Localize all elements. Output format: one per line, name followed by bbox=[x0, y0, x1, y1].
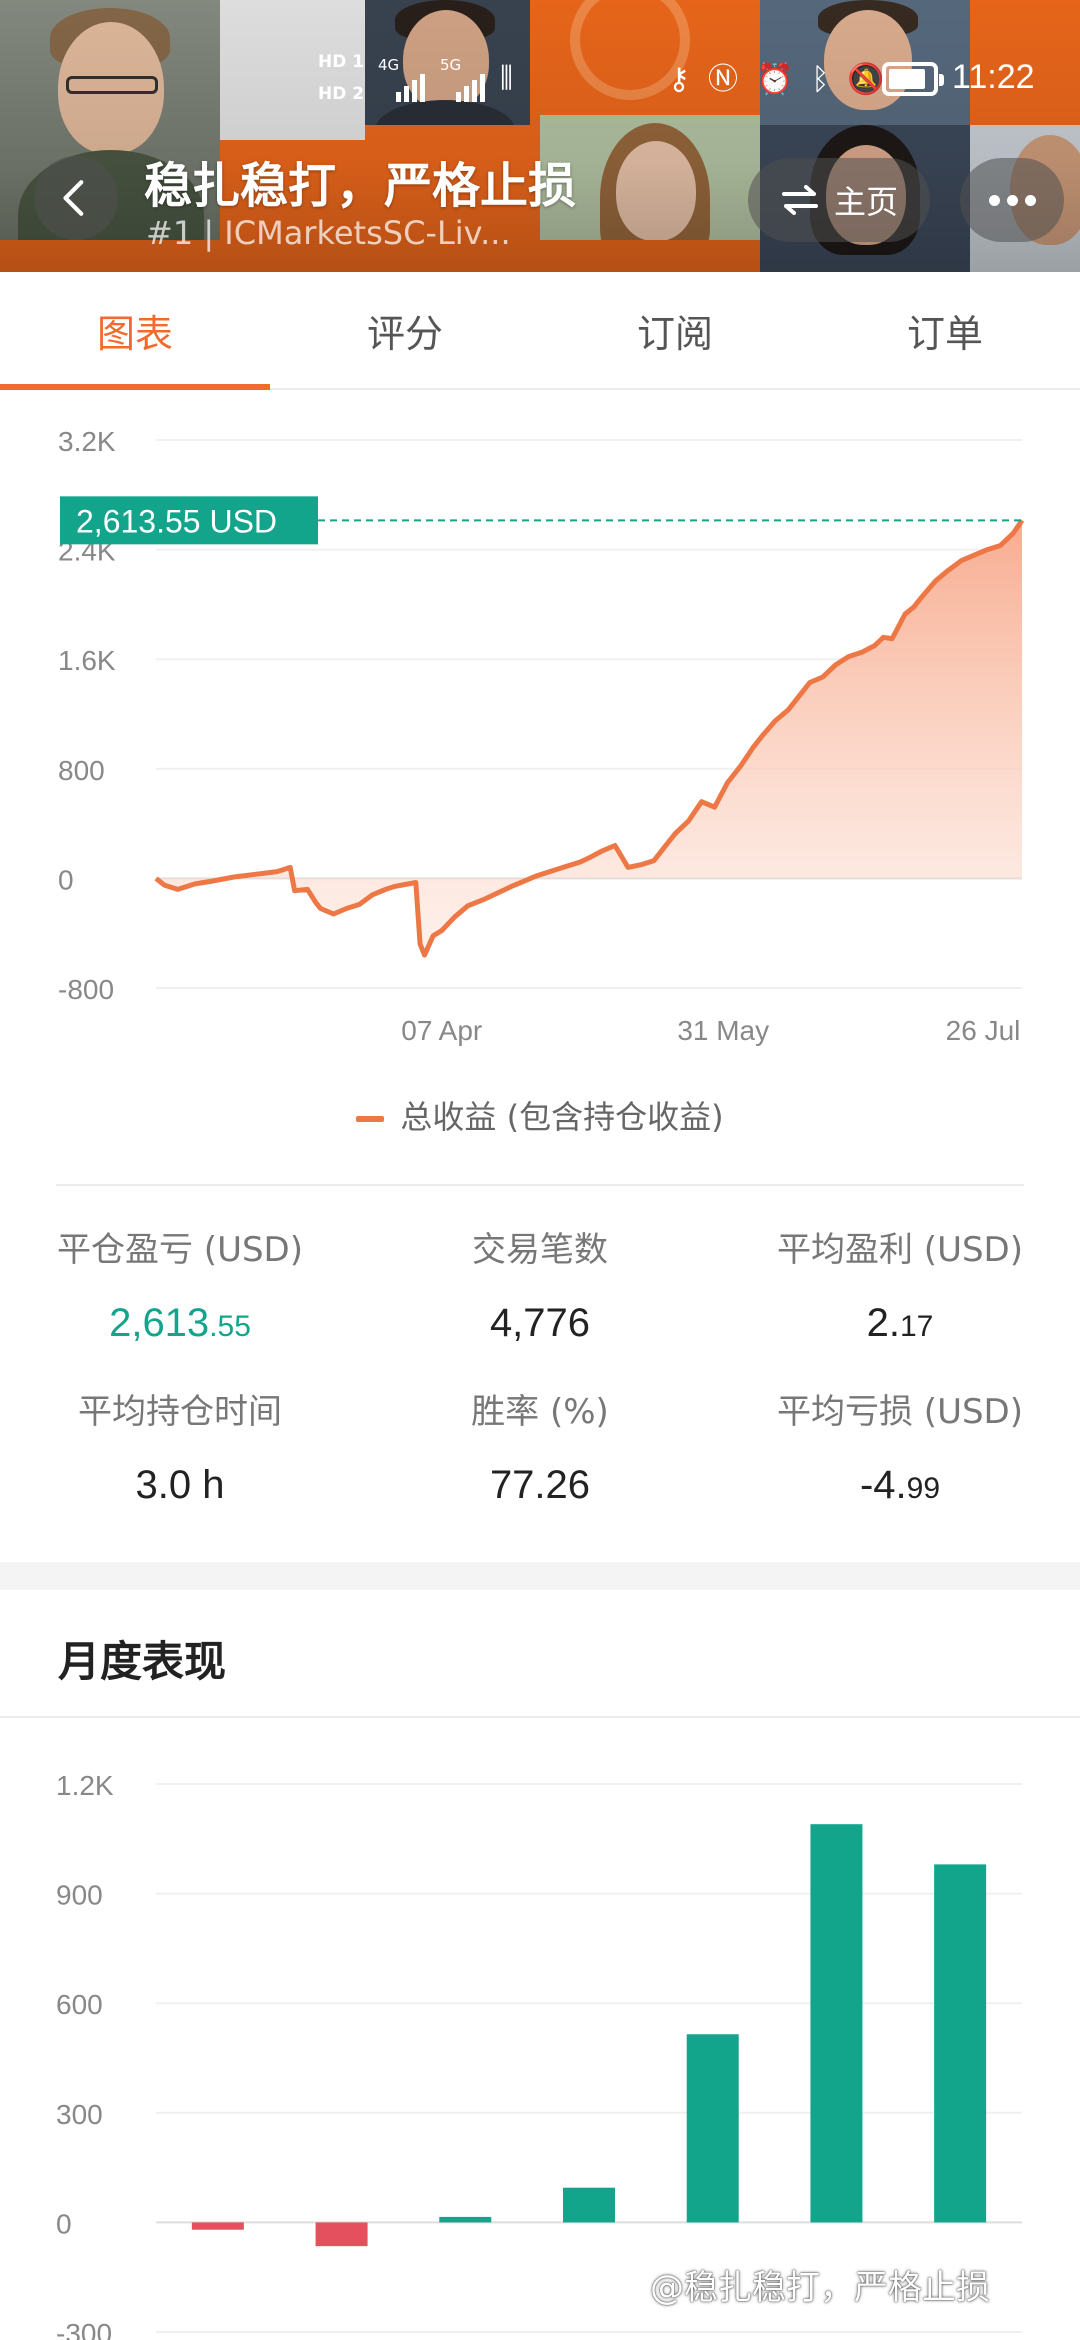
y-axis-tick-label: 3.2K bbox=[58, 426, 116, 457]
tab-bar: 图表 评分 订阅 订单 bbox=[0, 272, 1080, 390]
monthly-bar bbox=[563, 2187, 615, 2223]
stat-value-dec: .55 bbox=[209, 1310, 251, 1343]
signal-2-icon bbox=[456, 68, 496, 102]
app-screen: HD 1 HD 2 4G 5G ⫼ ⚷ Ⓝ ⏰ ᛒ 🔕 11:22 稳扎稳打，严… bbox=[0, 0, 1080, 2340]
monthly-bar bbox=[191, 2222, 244, 2230]
chart-legend: 总收益 (包含持仓收益) bbox=[0, 1092, 1080, 1138]
chevron-left-icon bbox=[63, 180, 84, 216]
sim1-hd-indicator: HD 1 bbox=[318, 52, 365, 72]
stat-label: 交易笔数 bbox=[472, 1230, 608, 1270]
stat-value: 2.17 bbox=[720, 1301, 1080, 1346]
y-axis-tick-label: 900 bbox=[56, 1880, 103, 1911]
legend-label: 总收益 (包含持仓收益) bbox=[400, 1098, 724, 1136]
stat-win-rate: 胜率 (%) 77.26 bbox=[360, 1384, 720, 1508]
y-axis-tick-label: 800 bbox=[58, 755, 105, 786]
divider bbox=[56, 1184, 1024, 1186]
more-dot-icon bbox=[1006, 194, 1018, 206]
y-axis-tick-label: 0 bbox=[56, 2208, 72, 2239]
stat-label: 平均亏损 (USD) bbox=[777, 1392, 1023, 1432]
back-button[interactable] bbox=[34, 156, 118, 240]
key-icon: ⚷ bbox=[668, 62, 690, 97]
stat-value-dec: 99 bbox=[906, 1472, 941, 1505]
tab-subscribe[interactable]: 订阅 bbox=[540, 272, 810, 388]
stat-label: 平仓盈亏 (USD) bbox=[57, 1230, 303, 1270]
more-options-button[interactable] bbox=[960, 158, 1064, 242]
current-value-label: 2,613.55 USD bbox=[76, 503, 277, 539]
monthly-bar bbox=[315, 2222, 368, 2247]
tab-chart[interactable]: 图表 bbox=[0, 272, 270, 390]
stat-label: 平均盈利 (USD) bbox=[777, 1230, 1023, 1270]
more-dot-icon bbox=[1024, 194, 1036, 206]
signal-1-icon bbox=[396, 68, 436, 102]
stat-value-int: 77.26 bbox=[489, 1463, 591, 1507]
y-axis-tick-label: -300 bbox=[56, 2318, 112, 2340]
stat-value-int: 2,613 bbox=[109, 1301, 210, 1345]
mute-icon: 🔕 bbox=[847, 62, 885, 97]
stat-avg-profit: 平均盈利 (USD) 2.17 bbox=[720, 1222, 1080, 1346]
stat-value-dec: 17 bbox=[899, 1310, 934, 1343]
monthly-bar bbox=[439, 2216, 492, 2223]
x-axis-tick-label: 07 Apr bbox=[401, 1015, 482, 1046]
status-icons: ⚷ Ⓝ ⏰ ᛒ 🔕 bbox=[668, 58, 885, 102]
battery-level bbox=[889, 69, 925, 89]
monthly-performance-chart[interactable]: -300 0 300 600 900 1.2K bbox=[0, 1720, 1080, 2340]
swap-icon bbox=[781, 185, 818, 215]
stat-value-int: -4. bbox=[859, 1463, 907, 1507]
status-bar: HD 1 HD 2 4G 5G ⫼ ⚷ Ⓝ ⏰ ᛒ 🔕 11:22 bbox=[0, 40, 1080, 120]
page-title: 稳扎稳打，严格止损 bbox=[144, 158, 577, 214]
alarm-icon: ⏰ bbox=[755, 62, 794, 97]
y-axis-tick-label: 0 bbox=[58, 864, 74, 895]
x-axis-tick-label: 26 Jul bbox=[946, 1015, 1021, 1046]
tab-rating[interactable]: 评分 bbox=[270, 272, 540, 388]
header: HD 1 HD 2 4G 5G ⫼ ⚷ Ⓝ ⏰ ᛒ 🔕 11:22 稳扎稳打，严… bbox=[0, 0, 1080, 272]
stat-value: 4,776 bbox=[360, 1301, 720, 1346]
stat-label: 胜率 (%) bbox=[471, 1392, 609, 1432]
legend-line-icon bbox=[356, 1116, 385, 1122]
y-axis-tick-label: -800 bbox=[58, 974, 114, 1005]
monthly-section-title: 月度表现 bbox=[58, 1637, 227, 1686]
nfc-icon: Ⓝ bbox=[707, 62, 738, 97]
section-separator bbox=[0, 1562, 1080, 1590]
more-dot-icon bbox=[988, 194, 1000, 206]
stat-value: 2,613.55 bbox=[0, 1301, 360, 1346]
y-axis-tick-label: 300 bbox=[56, 2099, 103, 2130]
home-button[interactable]: 主页 bbox=[748, 158, 930, 242]
stat-label: 平均持仓时间 bbox=[78, 1392, 282, 1432]
bluetooth-icon: ᛒ bbox=[811, 62, 830, 97]
stat-value: 3.0 h bbox=[0, 1463, 360, 1508]
tab-orders[interactable]: 订单 bbox=[810, 272, 1080, 388]
home-button-label: 主页 bbox=[833, 183, 898, 221]
stat-value-int: 2. bbox=[866, 1301, 900, 1345]
stat-value: -4.99 bbox=[720, 1463, 1080, 1508]
status-time: 11:22 bbox=[952, 58, 1035, 96]
sim2-hd-indicator: HD 2 bbox=[318, 84, 365, 104]
profit-chart[interactable]: -80008001.6K2.4K3.2K 07 Apr 31 May 26 Jul … bbox=[0, 392, 1080, 1182]
account-subtitle: #1 | ICMarketsSC-Liv... bbox=[146, 214, 511, 252]
monthly-bar bbox=[810, 1824, 863, 2223]
stat-avg-hold-time: 平均持仓时间 3.0 h bbox=[0, 1384, 360, 1508]
stat-value-int: 4,776 bbox=[489, 1301, 591, 1345]
watermark: @稳扎稳打，严格止损 bbox=[650, 2268, 990, 2308]
monthly-bar bbox=[686, 2034, 739, 2223]
battery-icon bbox=[882, 62, 944, 96]
x-axis-tick-label: 31 May bbox=[677, 1015, 769, 1046]
profit-area bbox=[156, 520, 1022, 956]
stat-value: 77.26 bbox=[360, 1463, 720, 1508]
stat-closed-pnl: 平仓盈亏 (USD) 2,613.55 bbox=[0, 1222, 360, 1346]
wifi-icon: ⫼ bbox=[500, 61, 513, 94]
divider bbox=[0, 1716, 1080, 1718]
y-axis-tick-label: 1.6K bbox=[58, 645, 116, 676]
stat-trade-count: 交易笔数 4,776 bbox=[360, 1222, 720, 1346]
y-axis-tick-label: 600 bbox=[56, 1989, 103, 2020]
stat-avg-loss: 平均亏损 (USD) -4.99 bbox=[720, 1384, 1080, 1508]
monthly-bar bbox=[934, 1864, 987, 2223]
y-axis-tick-label: 1.2K bbox=[56, 1770, 114, 1801]
stat-value-int: 3.0 h bbox=[135, 1463, 225, 1507]
